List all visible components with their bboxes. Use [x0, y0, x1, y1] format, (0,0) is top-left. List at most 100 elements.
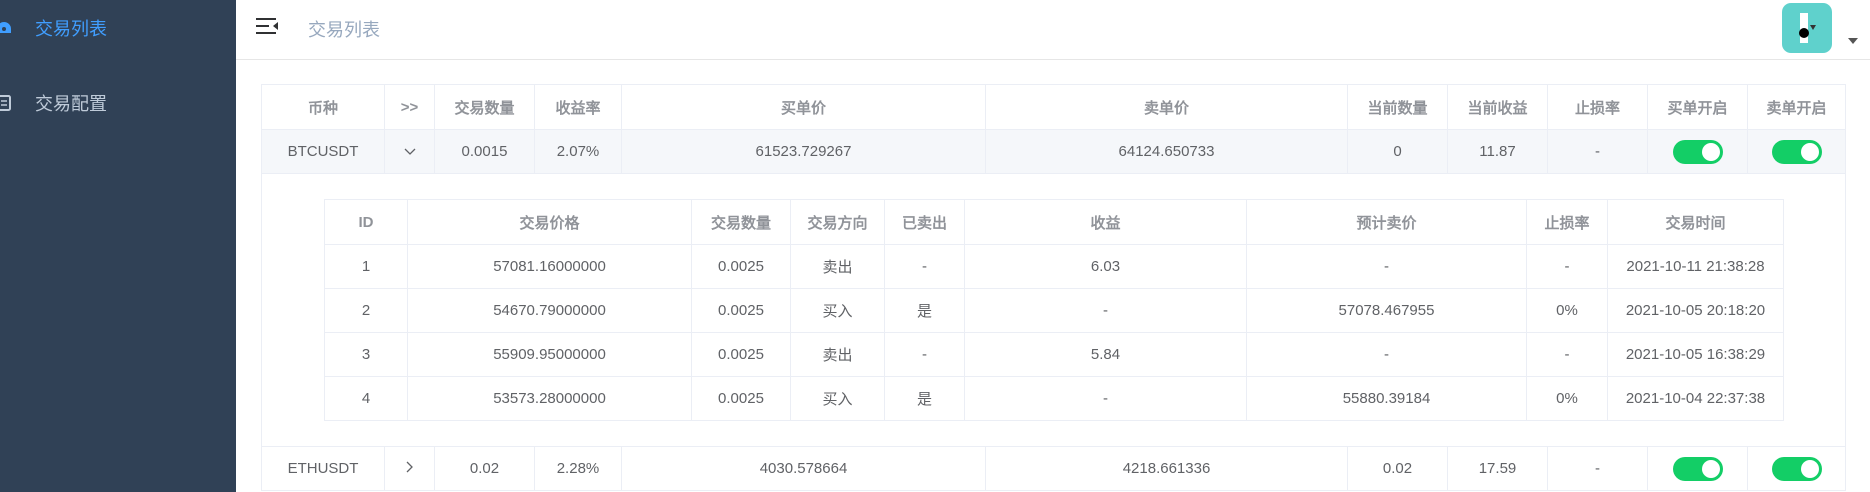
col-header: 买单开启	[1647, 84, 1748, 130]
col-header: 止损率	[1526, 199, 1608, 245]
cell-direction: 卖出	[790, 244, 885, 289]
main-content: 币种 >> 交易数量 收益率 买单价 卖单价 当前数量 当前收益 止损率 买单开…	[236, 61, 1870, 492]
cell-profit: 5.84	[964, 332, 1247, 377]
cell-current-profit: 17.59	[1447, 446, 1548, 491]
cell-qty: 0.0025	[691, 244, 791, 289]
cell-direction: 卖出	[790, 332, 885, 377]
cell-price: 54670.79000000	[407, 288, 692, 333]
cell-stop-loss: 0%	[1526, 288, 1608, 333]
cell-stop-loss: -	[1526, 332, 1608, 377]
cell-id: 4	[324, 376, 408, 421]
cell-stop-loss: -	[1547, 129, 1648, 174]
sidebar-item-trade-config[interactable]: 交易配置	[0, 75, 236, 131]
cell-qty: 0.02	[434, 446, 535, 491]
col-header: 收益	[964, 199, 1247, 245]
sidebar-item-label: 交易配置	[35, 94, 107, 114]
cell-price: 55909.95000000	[407, 332, 692, 377]
col-header: 卖单价	[985, 84, 1348, 130]
table-row: ETHUSDT 0.02 2.28% 4030.578664 4218.6613…	[261, 446, 1846, 491]
cell-est-sell: -	[1246, 332, 1527, 377]
cell-stop-loss: -	[1526, 244, 1608, 289]
col-header: 止损率	[1547, 84, 1648, 130]
col-header: 当前数量	[1347, 84, 1448, 130]
col-header: 交易时间	[1607, 199, 1784, 245]
cell-time: 2021-10-11 21:38:28	[1607, 244, 1784, 289]
document-icon	[0, 93, 14, 113]
col-header: 交易价格	[407, 199, 692, 245]
table-row: 3 55909.95000000 0.0025 卖出 - 5.84 - - 20…	[324, 332, 1784, 377]
col-header: 收益率	[534, 84, 622, 130]
cell-time: 2021-10-05 20:18:20	[1607, 288, 1784, 333]
cell-price: 57081.16000000	[407, 244, 692, 289]
col-header: ID	[324, 199, 408, 245]
buy-switch[interactable]	[1672, 139, 1723, 164]
cell-current-profit: 11.87	[1447, 129, 1548, 174]
cell-profit: -	[964, 376, 1247, 421]
cell-sold: 是	[884, 288, 965, 333]
sell-switch[interactable]	[1771, 456, 1822, 481]
chevron-down-icon[interactable]	[404, 143, 416, 159]
col-header: 交易数量	[691, 199, 791, 245]
cell-qty: 0.0025	[691, 376, 791, 421]
col-header: >>	[384, 84, 435, 130]
cell-current-qty: 0.02	[1347, 446, 1448, 491]
cell-est-sell: 57078.467955	[1246, 288, 1527, 333]
dashboard-icon	[0, 18, 14, 38]
col-header: 买单价	[621, 84, 986, 130]
col-header: 交易方向	[790, 199, 885, 245]
sidebar-item-trade-list[interactable]: 交易列表	[0, 0, 236, 56]
cell-id: 3	[324, 332, 408, 377]
buy-switch[interactable]	[1672, 456, 1723, 481]
cell-coin: BTCUSDT	[261, 129, 385, 174]
cell-stop-loss: -	[1547, 446, 1648, 491]
cell-current-qty: 0	[1347, 129, 1448, 174]
cell-buy-price: 4030.578664	[621, 446, 986, 491]
cell-id: 2	[324, 288, 408, 333]
cell-sold: -	[884, 332, 965, 377]
col-header: 币种	[261, 84, 385, 130]
col-header: 当前收益	[1447, 84, 1548, 130]
cell-est-sell: 55880.39184	[1246, 376, 1527, 421]
col-header: 预计卖价	[1246, 199, 1527, 245]
navbar: 交易列表	[236, 0, 1870, 60]
cell-sold: 是	[884, 376, 965, 421]
hamburger-icon[interactable]	[256, 16, 280, 38]
sidebar-item-label: 交易列表	[35, 19, 107, 39]
cell-qty: 0.0025	[691, 332, 791, 377]
cell-profit: 6.03	[964, 244, 1247, 289]
table-row: 1 57081.16000000 0.0025 卖出 - 6.03 - - 20…	[324, 244, 1784, 289]
col-header: 交易数量	[434, 84, 535, 130]
cell-sell-price: 64124.650733	[985, 129, 1348, 174]
cell-price: 53573.28000000	[407, 376, 692, 421]
cell-rate: 2.07%	[534, 129, 622, 174]
detail-header: ID 交易价格 交易数量 交易方向 已卖出 收益 预计卖价 止损率 交易时间	[324, 199, 1784, 245]
table-header: 币种 >> 交易数量 收益率 买单价 卖单价 当前数量 当前收益 止损率 买单开…	[261, 84, 1846, 130]
cell-qty: 0.0025	[691, 288, 791, 333]
chevron-right-icon[interactable]	[406, 460, 414, 476]
cell-direction: 买入	[790, 288, 885, 333]
avatar[interactable]	[1782, 3, 1832, 53]
expanded-row: ID 交易价格 交易数量 交易方向 已卖出 收益 预计卖价 止损率 交易时间 1…	[261, 173, 1846, 447]
cell-coin: ETHUSDT	[261, 446, 385, 491]
breadcrumb: 交易列表	[308, 20, 380, 40]
trade-table: 币种 >> 交易数量 收益率 买单价 卖单价 当前数量 当前收益 止损率 买单开…	[261, 84, 1846, 491]
sidebar: 交易列表 交易配置	[0, 0, 236, 492]
table-row: 2 54670.79000000 0.0025 买入 是 - 57078.467…	[324, 288, 1784, 333]
detail-table: ID 交易价格 交易数量 交易方向 已卖出 收益 预计卖价 止损率 交易时间 1…	[324, 199, 1784, 421]
table-row: 4 53573.28000000 0.0025 买入 是 - 55880.391…	[324, 376, 1784, 421]
col-header: 已卖出	[884, 199, 965, 245]
cell-buy-price: 61523.729267	[621, 129, 986, 174]
cell-time: 2021-10-04 22:37:38	[1607, 376, 1784, 421]
cell-id: 1	[324, 244, 408, 289]
cell-stop-loss: 0%	[1526, 376, 1608, 421]
cell-rate: 2.28%	[534, 446, 622, 491]
chevron-down-icon[interactable]	[1848, 38, 1858, 44]
cell-qty: 0.0015	[434, 129, 535, 174]
cell-time: 2021-10-05 16:38:29	[1607, 332, 1784, 377]
cell-profit: -	[964, 288, 1247, 333]
table-row: BTCUSDT 0.0015 2.07% 61523.729267 64124.…	[261, 129, 1846, 174]
col-header: 卖单开启	[1747, 84, 1846, 130]
sell-switch[interactable]	[1771, 139, 1822, 164]
cell-sold: -	[884, 244, 965, 289]
cell-sell-price: 4218.661336	[985, 446, 1348, 491]
